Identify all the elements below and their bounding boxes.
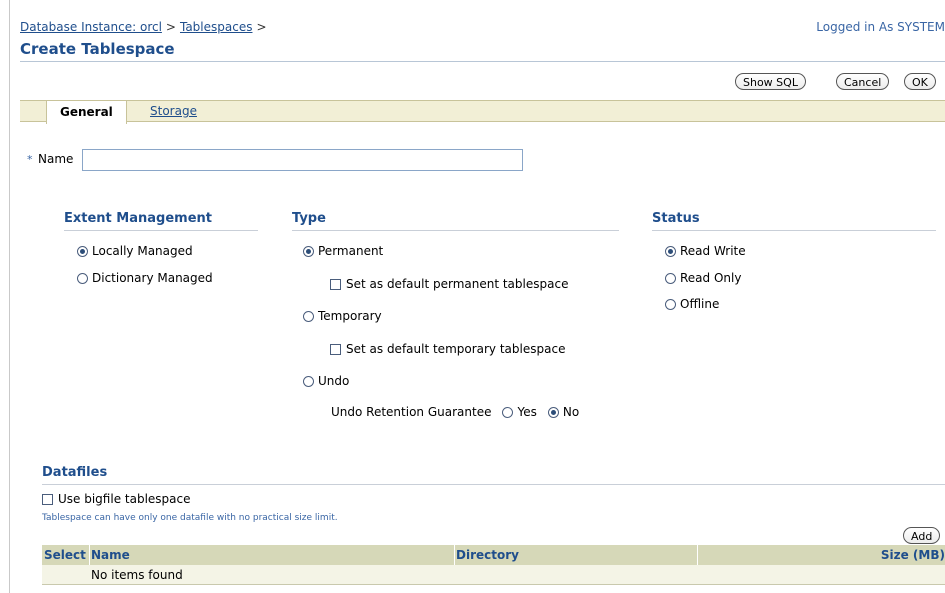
undo-retention-yes-label: Yes <box>517 405 537 419</box>
temporary-label: Temporary <box>318 309 382 323</box>
datafiles-heading: Datafiles <box>42 465 108 480</box>
default-temporary-label: Set as default temporary tablespace <box>346 342 566 356</box>
breadcrumb-separator: > <box>256 20 267 34</box>
required-marker: * <box>27 153 33 166</box>
show-sql-button[interactable]: Show SQL <box>735 73 806 90</box>
default-temporary-checkbox[interactable]: Set as default temporary tablespace <box>330 342 565 356</box>
locally-managed-option[interactable]: Locally Managed <box>77 244 193 258</box>
undo-retention-label: Undo Retention Guarantee <box>331 405 492 419</box>
permanent-label: Permanent <box>318 244 384 258</box>
read-only-option[interactable]: Read Only <box>665 271 741 285</box>
status-divider <box>652 230 936 231</box>
breadcrumb: Database Instance: orcl > Tablespaces > <box>20 20 271 34</box>
undo-retention-no-radio[interactable] <box>547 406 559 418</box>
extent-management-divider <box>64 230 258 231</box>
radio-unselected-icon[interactable] <box>303 310 314 322</box>
column-header-size[interactable]: Size (MB) <box>881 545 945 565</box>
locally-managed-label: Locally Managed <box>92 244 193 258</box>
title-divider <box>20 61 945 62</box>
undo-retention-yes-radio[interactable] <box>502 406 514 418</box>
bigfile-label: Use bigfile tablespace <box>58 492 191 506</box>
name-label: Name <box>38 152 74 166</box>
permanent-option[interactable]: Permanent <box>303 244 383 258</box>
dictionary-managed-label: Dictionary Managed <box>92 271 213 285</box>
column-header-directory[interactable]: Directory <box>456 545 519 565</box>
radio-selected-icon[interactable] <box>77 245 88 257</box>
page-left-border <box>9 0 10 593</box>
radio-unselected-icon[interactable] <box>303 375 314 387</box>
read-write-option[interactable]: Read Write <box>665 244 746 258</box>
breadcrumb-tablespaces-link[interactable]: Tablespaces <box>180 20 253 34</box>
column-header-select[interactable]: Select <box>44 545 86 565</box>
undo-option[interactable]: Undo <box>303 374 349 388</box>
breadcrumb-separator: > <box>165 20 176 34</box>
logged-in-label: Logged in As SYSTEM <box>816 20 945 34</box>
breadcrumb-instance-link[interactable]: Database Instance: orcl <box>20 20 162 34</box>
radio-unselected-icon[interactable] <box>665 272 676 284</box>
name-input[interactable] <box>82 149 523 171</box>
bigfile-hint: Tablespace can have only one datafile wi… <box>42 513 338 523</box>
radio-selected-icon[interactable] <box>303 245 314 257</box>
status-heading: Status <box>652 211 700 226</box>
undo-retention-no-label: No <box>562 405 580 419</box>
ok-button[interactable]: OK <box>904 73 936 90</box>
read-write-label: Read Write <box>680 244 746 258</box>
cancel-button[interactable]: Cancel <box>836 73 890 90</box>
checkbox-icon[interactable] <box>42 493 53 505</box>
extent-management-heading: Extent Management <box>64 211 212 226</box>
add-button[interactable]: Add <box>903 527 941 544</box>
dictionary-managed-option[interactable]: Dictionary Managed <box>77 271 213 285</box>
bigfile-checkbox[interactable]: Use bigfile tablespace <box>42 492 191 506</box>
column-header-name[interactable]: Name <box>91 545 130 565</box>
undo-retention-row: Undo Retention Guarantee Yes No <box>331 405 579 419</box>
radio-selected-icon[interactable] <box>665 245 676 257</box>
datafiles-divider <box>42 484 945 485</box>
default-permanent-label: Set as default permanent tablespace <box>346 277 569 291</box>
read-only-label: Read Only <box>680 271 742 285</box>
radio-unselected-icon[interactable] <box>665 298 676 310</box>
undo-label: Undo <box>318 374 350 388</box>
type-heading: Type <box>292 211 326 226</box>
offline-label: Offline <box>680 297 720 311</box>
page-title: Create Tablespace <box>20 40 175 58</box>
tab-general[interactable]: General <box>46 100 127 124</box>
empty-table-message: No items found <box>91 568 183 582</box>
offline-option[interactable]: Offline <box>665 297 719 311</box>
radio-unselected-icon[interactable] <box>77 272 88 284</box>
default-permanent-checkbox[interactable]: Set as default permanent tablespace <box>330 277 568 291</box>
type-divider <box>292 230 619 231</box>
checkbox-icon[interactable] <box>330 278 341 290</box>
tab-storage[interactable]: Storage <box>150 100 197 122</box>
temporary-option[interactable]: Temporary <box>303 309 382 323</box>
checkbox-icon[interactable] <box>330 343 341 355</box>
